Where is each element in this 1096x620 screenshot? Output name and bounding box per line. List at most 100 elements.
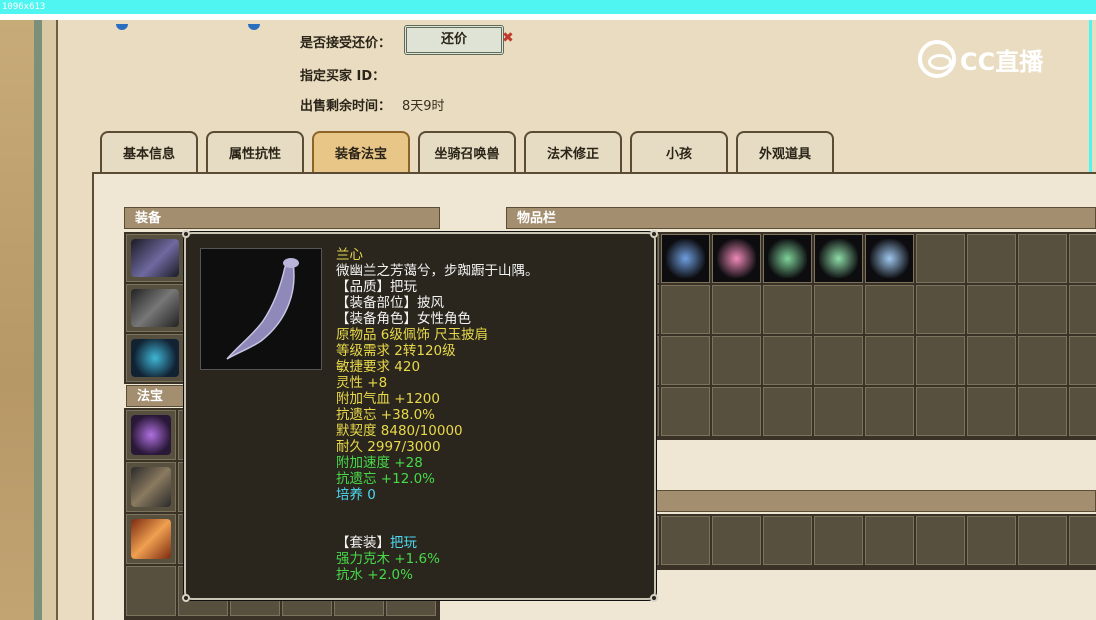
inventory-slot[interactable] — [814, 234, 863, 283]
inventory-slot[interactable] — [661, 336, 710, 385]
inventory-slot[interactable] — [865, 285, 914, 334]
left-frame-border — [42, 20, 58, 620]
inventory-slot[interactable] — [865, 336, 914, 385]
inventory-slot[interactable] — [661, 516, 710, 565]
inventory-slot[interactable] — [1069, 285, 1096, 334]
top-status-bar: 1096x613 — [0, 0, 1096, 14]
remaining-time-label: 出售剩余时间： — [300, 99, 392, 114]
inventory-slot[interactable] — [712, 516, 761, 565]
equipment-header: 装备 — [124, 207, 440, 229]
inventory-slot[interactable] — [1018, 285, 1067, 334]
inventory-slot[interactable] — [1018, 387, 1067, 436]
tab-mounts-pets[interactable]: 坐骑召唤兽 — [418, 131, 516, 173]
tab-child[interactable]: 小孩 — [630, 131, 728, 173]
tooltip-spacer — [336, 503, 539, 535]
green-gem-icon — [819, 239, 858, 278]
inventory-slot[interactable] — [712, 234, 761, 283]
treasure-slot[interactable] — [126, 410, 176, 460]
tooltip-corner — [182, 594, 190, 602]
item-name: 兰心 — [336, 247, 363, 263]
item-spirit: 灵性 +8 — [336, 375, 388, 391]
inventory-slot[interactable] — [1069, 387, 1096, 436]
tab-spell-correction[interactable]: 法术修正 — [524, 131, 622, 173]
inventory-slot[interactable] — [814, 336, 863, 385]
inventory-slot[interactable] — [916, 336, 965, 385]
tab-equipment[interactable]: 装备法宝 — [312, 131, 410, 173]
item-durability: 耐久 2997/3000 — [336, 439, 441, 455]
top-dot-icon — [116, 24, 128, 30]
equipment-grid — [124, 232, 186, 384]
item-anti-forget: 抗遗忘 +38.0% — [336, 407, 435, 423]
treasure-slot[interactable] — [126, 514, 176, 564]
inventory-slot[interactable] — [967, 387, 1016, 436]
stone-treasure-icon — [131, 467, 171, 507]
purple-treasure-icon — [131, 415, 171, 455]
inventory-header-label: 物品栏 — [517, 211, 557, 226]
fire-treasure-icon — [131, 519, 171, 559]
treasure-slot[interactable] — [126, 462, 176, 512]
inventory-slot[interactable] — [1018, 336, 1067, 385]
item-set-name: 把玩 — [390, 535, 417, 551]
item-hp-bonus: 附加气血 +1200 — [336, 391, 440, 407]
left-frame — [0, 20, 34, 620]
inventory-slot[interactable] — [661, 234, 710, 283]
inventory-slot[interactable] — [916, 234, 965, 283]
item-level-req: 等级需求 2转120级 — [336, 343, 456, 359]
item-tooltip: 兰心 微幽兰之芳蔼兮，步踟蹰于山隅。 【品质】把玩 【装备部位】披风 【装备角色… — [182, 230, 658, 602]
remaining-time-value: 8天9时 — [402, 99, 445, 114]
inventory-slot[interactable] — [661, 285, 710, 334]
accept-counter-label: 是否接受还价： — [300, 36, 392, 51]
treasure-header: 法宝 — [126, 385, 186, 407]
inventory-slot[interactable] — [712, 336, 761, 385]
inventory-slot[interactable] — [865, 516, 914, 565]
inventory-slot[interactable] — [763, 516, 812, 565]
item-role: 【装备角色】女性角色 — [336, 311, 471, 327]
item-anti-forget-2: 抗遗忘 +12.0% — [336, 471, 435, 487]
inventory-slot[interactable] — [916, 516, 965, 565]
inventory-slot[interactable] — [763, 234, 812, 283]
item-slot: 【装备部位】披风 — [336, 295, 444, 311]
tab-attributes[interactable]: 属性抗性 — [206, 131, 304, 173]
inventory-slot[interactable] — [814, 516, 863, 565]
tab-appearance[interactable]: 外观道具 — [736, 131, 834, 173]
item-tacit: 默契度 8480/10000 — [336, 423, 463, 439]
treasure-slot[interactable] — [126, 566, 176, 616]
inventory-slot[interactable] — [967, 234, 1016, 283]
inventory-slot[interactable] — [1069, 516, 1096, 565]
tooltip-corner — [650, 594, 658, 602]
inventory-slot[interactable] — [1069, 234, 1096, 283]
inventory-slot[interactable] — [814, 387, 863, 436]
treasure-header-label: 法宝 — [137, 389, 164, 404]
inventory-slot[interactable] — [661, 387, 710, 436]
close-icon[interactable]: ✖ — [502, 30, 514, 46]
accessory-icon — [131, 339, 179, 377]
buyer-id-label: 指定买家 ID： — [300, 69, 386, 84]
equipment-slot[interactable] — [126, 284, 184, 332]
inventory-slot[interactable] — [712, 387, 761, 436]
inventory-slot[interactable] — [1018, 516, 1067, 565]
counter-offer-button[interactable]: 还价 — [404, 25, 504, 55]
equipment-slot[interactable] — [126, 334, 184, 382]
item-agility-req: 敏捷要求 420 — [336, 359, 421, 375]
equipment-slot[interactable] — [126, 234, 184, 282]
item-set-label: 【套装】 — [336, 535, 390, 551]
inventory-slot[interactable] — [814, 285, 863, 334]
inventory-header: 物品栏 — [506, 207, 1096, 229]
inventory-slot[interactable] — [967, 285, 1016, 334]
tooltip-corner — [182, 230, 190, 238]
inventory-slot[interactable] — [1069, 336, 1096, 385]
blue-crystal-icon — [666, 239, 705, 278]
inventory-slot[interactable] — [763, 336, 812, 385]
inventory-slot[interactable] — [967, 336, 1016, 385]
inventory-slot[interactable] — [967, 516, 1016, 565]
inventory-slot[interactable] — [712, 285, 761, 334]
inventory-slot[interactable] — [763, 285, 812, 334]
cape-icon — [131, 239, 179, 277]
inventory-slot[interactable] — [865, 234, 914, 283]
inventory-slot[interactable] — [1018, 234, 1067, 283]
inventory-slot[interactable] — [865, 387, 914, 436]
inventory-slot[interactable] — [763, 387, 812, 436]
inventory-slot[interactable] — [916, 387, 965, 436]
inventory-slot[interactable] — [916, 285, 965, 334]
tab-basic-info[interactable]: 基本信息 — [100, 131, 198, 173]
